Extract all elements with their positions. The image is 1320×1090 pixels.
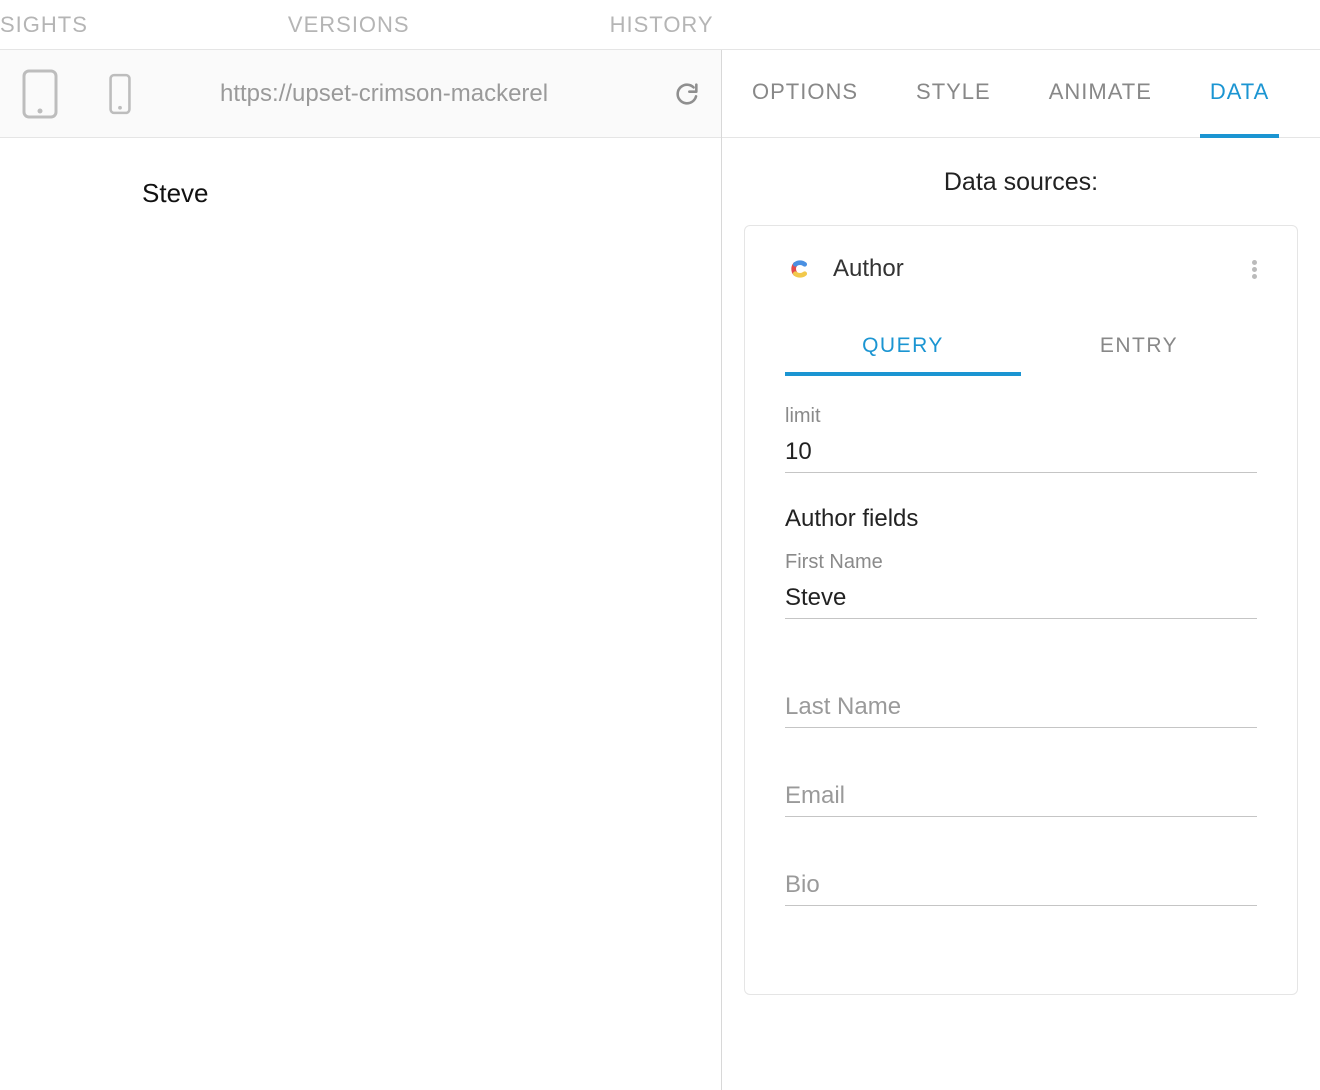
bio-input[interactable] [785,865,1257,906]
kebab-icon[interactable] [1252,260,1257,279]
preview-panel: https://upset-crimson-mackerel Steve [0,50,722,1090]
tab-animate[interactable]: ANIMATE [1049,50,1152,138]
inspector-tabs: OPTIONS STYLE ANIMATE DATA [722,50,1320,138]
preview-content-text: Steve [0,138,721,209]
query-entry-tabs: QUERY ENTRY [785,334,1257,377]
tablet-icon[interactable] [20,67,60,121]
refresh-icon[interactable] [673,80,701,108]
tab-versions[interactable]: VERSIONS [288,12,410,38]
tab-insights[interactable]: SIGHTS [0,12,88,38]
tab-options[interactable]: OPTIONS [752,50,858,138]
tab-style[interactable]: STYLE [916,50,991,138]
limit-label: limit [785,405,1257,428]
top-nav-tabs: SIGHTS VERSIONS HISTORY [0,0,1320,50]
data-sources-heading: Data sources: [744,168,1298,197]
limit-input[interactable] [785,432,1257,473]
url-bar: https://upset-crimson-mackerel [0,50,721,138]
tab-history[interactable]: HISTORY [610,12,714,38]
first-name-input[interactable] [785,578,1257,619]
author-fields-heading: Author fields [785,505,1257,533]
tab-data[interactable]: DATA [1210,50,1269,138]
phone-icon[interactable] [100,67,140,121]
subtab-entry[interactable]: ENTRY [1021,334,1257,376]
subtab-query[interactable]: QUERY [785,334,1021,376]
last-name-input[interactable] [785,687,1257,728]
inspector-panel: OPTIONS STYLE ANIMATE DATA Data sources:… [722,50,1320,1090]
data-source-name: Author [833,255,1234,283]
preview-url[interactable]: https://upset-crimson-mackerel [220,80,661,108]
email-input[interactable] [785,776,1257,817]
data-source-card: Author QUERY ENTRY limit Author fields F… [744,225,1298,995]
contentful-icon [785,254,815,284]
first-name-label: First Name [785,551,1257,574]
